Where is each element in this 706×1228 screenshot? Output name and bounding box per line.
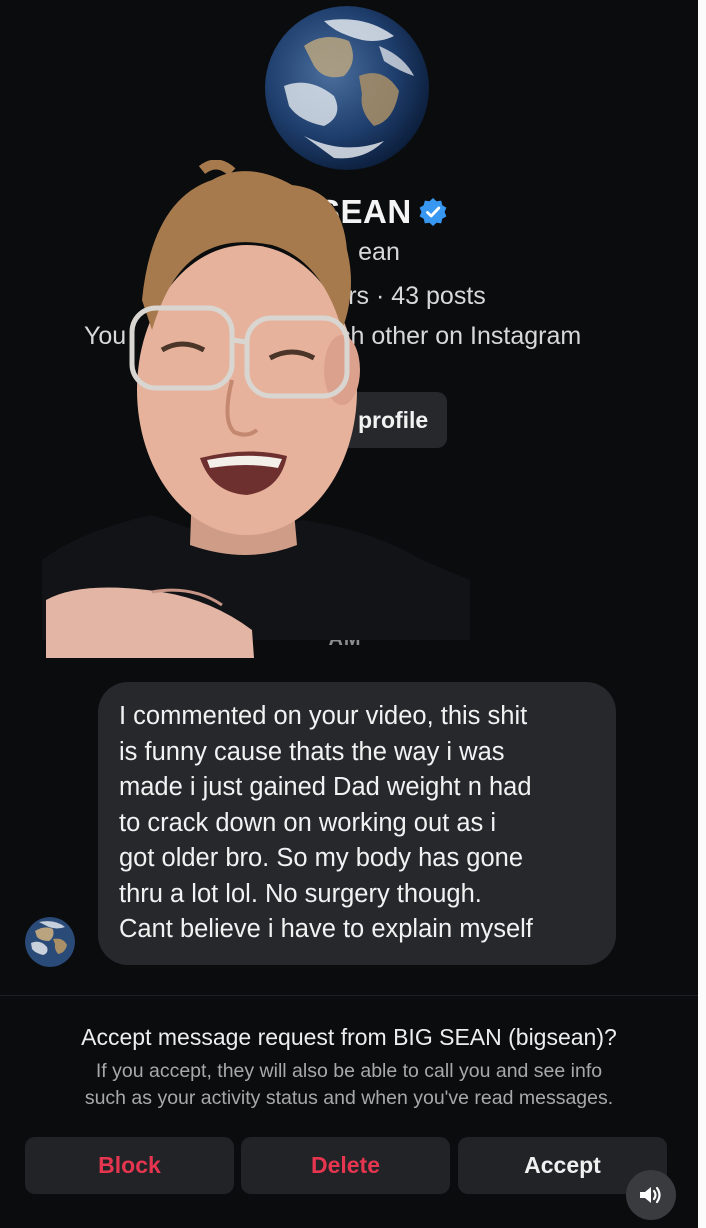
request-info-line: such as your activity status and when yo… bbox=[84, 1087, 614, 1109]
overlay-person-video bbox=[42, 159, 470, 660]
message-bubble[interactable]: I commented on your video, this shit is … bbox=[98, 682, 616, 965]
sender-avatar-earth-icon[interactable] bbox=[25, 917, 75, 967]
edge-strip bbox=[698, 0, 706, 1228]
message-line: got older bro. So my body has gone bbox=[119, 844, 524, 872]
profile-avatar-earth-icon[interactable] bbox=[264, 6, 430, 170]
block-label: Block bbox=[98, 1152, 161, 1178]
message-line: I commented on your video, this shit bbox=[119, 702, 528, 730]
message-line: thru a lot lol. No surgery though. bbox=[119, 879, 482, 908]
message-line: made i just gained Dad weight n had bbox=[119, 773, 532, 801]
block-button[interactable]: Block bbox=[25, 1137, 234, 1194]
message-line: is funny cause thats the way i was bbox=[119, 737, 505, 766]
divider bbox=[0, 995, 698, 996]
message-line: Cant believe i have to explain myself bbox=[119, 915, 533, 943]
delete-label: Delete bbox=[310, 1152, 381, 1178]
request-title: Accept message request from BIG SEAN (bi… bbox=[81, 1024, 617, 1050]
speaker-icon bbox=[640, 1186, 661, 1204]
message-line: to crack down on working out as i bbox=[119, 808, 497, 837]
delete-button[interactable]: Delete bbox=[241, 1137, 450, 1194]
dm-screen: SEAN ean rs · 43 posts You ch other on I… bbox=[0, 0, 698, 1228]
accept-label: Accept bbox=[524, 1152, 601, 1178]
request-info: If you accept, they will also be able to… bbox=[0, 1058, 698, 1112]
request-info-line: If you accept, they will also be able to… bbox=[95, 1060, 603, 1082]
sound-toggle-button[interactable] bbox=[626, 1170, 676, 1220]
